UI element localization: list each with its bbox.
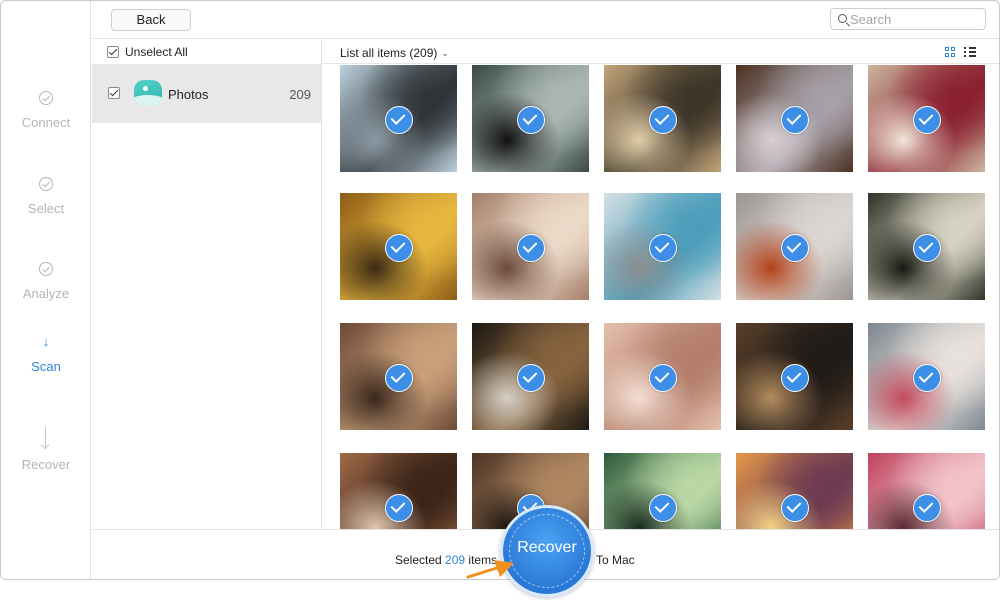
recover-button[interactable]: Recover bbox=[500, 505, 594, 597]
check-circle-icon bbox=[39, 177, 53, 191]
step-label: Select bbox=[27, 201, 65, 216]
category-count: 209 bbox=[289, 87, 311, 102]
app-window: Connect Select Analyze ↓ Scan Recover Ba… bbox=[0, 0, 1000, 580]
checkmark-icon[interactable] bbox=[517, 364, 545, 392]
photo-thumbnail-vintage-camera-lens[interactable] bbox=[604, 65, 721, 172]
checkmark-icon[interactable] bbox=[781, 106, 809, 134]
unselect-all-toggle[interactable]: Unselect All bbox=[107, 45, 188, 59]
checkmark-icon[interactable] bbox=[913, 106, 941, 134]
photo-thumbnail-bamboo[interactable] bbox=[604, 453, 721, 529]
chevron-down-icon: ⌄ bbox=[441, 48, 449, 58]
checkmark-icon[interactable] bbox=[781, 494, 809, 522]
photo-thumbnail-physalis-on-wood[interactable] bbox=[736, 193, 853, 300]
photo-thumbnail-blue-book-stack[interactable] bbox=[604, 193, 721, 300]
step-label: Recover bbox=[21, 457, 71, 472]
checkmark-icon[interactable] bbox=[649, 234, 677, 262]
checkmark-icon[interactable] bbox=[649, 106, 677, 134]
photo-thumbnail-violin[interactable] bbox=[340, 453, 457, 529]
unselect-all-label: Unselect All bbox=[125, 45, 188, 59]
photo-thumbnail-plumeria-flowers[interactable] bbox=[868, 453, 985, 529]
photo-thumbnail-old-camera[interactable] bbox=[736, 323, 853, 430]
checkmark-icon[interactable] bbox=[517, 106, 545, 134]
checkmark-icon[interactable] bbox=[385, 364, 413, 392]
selected-prefix: Selected bbox=[395, 553, 442, 567]
step-label: Scan bbox=[31, 359, 61, 374]
category-item-photos[interactable]: Photos 209 bbox=[92, 64, 321, 123]
photo-grid bbox=[322, 65, 999, 529]
grid-view-icon[interactable] bbox=[945, 47, 955, 57]
unselect-all-checkbox[interactable] bbox=[107, 46, 119, 58]
step-select: Select bbox=[1, 177, 91, 216]
photo-thumbnail-tulip-field-sunset[interactable] bbox=[736, 453, 853, 529]
toolbar: Back bbox=[92, 1, 999, 39]
checkmark-icon[interactable] bbox=[913, 364, 941, 392]
check-circle-icon bbox=[39, 91, 53, 105]
list-filter-label: List all items (209) bbox=[340, 46, 438, 60]
checkmark-icon[interactable] bbox=[517, 234, 545, 262]
photo-thumbnail-toy-dog[interactable] bbox=[868, 323, 985, 430]
grid-header: List all items (209) ⌄ bbox=[322, 40, 999, 64]
category-panel: Unselect All Photos 209 bbox=[92, 40, 322, 529]
photo-thumbnail-dried-leaf[interactable] bbox=[868, 193, 985, 300]
step-scan: ↓ Scan bbox=[1, 334, 91, 375]
back-button[interactable]: Back bbox=[111, 9, 191, 31]
checkmark-icon[interactable] bbox=[649, 364, 677, 392]
checkmark-icon[interactable] bbox=[781, 364, 809, 392]
step-analyze: Analyze bbox=[1, 262, 91, 301]
category-label: Photos bbox=[168, 87, 209, 102]
photo-thumbnail-kitchen-table[interactable] bbox=[472, 323, 589, 430]
step-label: Analyze bbox=[22, 286, 70, 301]
search-icon bbox=[838, 14, 847, 23]
photo-thumbnail-gramophone[interactable] bbox=[340, 193, 457, 300]
destination-label: To Mac bbox=[596, 553, 635, 567]
photo-thumbnail-cupcake-chocolate[interactable] bbox=[736, 65, 853, 172]
step-label: Connect bbox=[21, 115, 71, 130]
checkmark-icon[interactable] bbox=[649, 494, 677, 522]
checkmark-icon[interactable] bbox=[385, 106, 413, 134]
selected-count: 209 bbox=[445, 553, 466, 567]
search-input[interactable] bbox=[850, 11, 980, 27]
photo-thumbnail-vintage-car-2[interactable] bbox=[472, 65, 589, 172]
list-filter-dropdown[interactable]: List all items (209) ⌄ bbox=[340, 46, 449, 60]
arrow-down-icon bbox=[45, 427, 47, 449]
arrow-down-icon: ↓ bbox=[42, 334, 50, 349]
photo-thumbnail-cupcake-cream[interactable] bbox=[868, 65, 985, 172]
photo-thumbnail-baby-hands[interactable] bbox=[604, 323, 721, 430]
check-circle-icon bbox=[39, 262, 53, 276]
step-connect: Connect bbox=[1, 91, 91, 130]
checkmark-icon[interactable] bbox=[385, 234, 413, 262]
checkmark-icon[interactable] bbox=[913, 234, 941, 262]
photo-thumbnail-antique-room[interactable] bbox=[340, 323, 457, 430]
checkmark-icon[interactable] bbox=[913, 494, 941, 522]
checkmark-icon[interactable] bbox=[781, 234, 809, 262]
recover-label: Recover bbox=[517, 539, 577, 556]
step-recover: Recover bbox=[1, 427, 91, 472]
photo-thumbnail-vintage-car-1[interactable] bbox=[340, 65, 457, 172]
arrow-pointer-icon bbox=[466, 560, 514, 579]
photos-icon bbox=[134, 80, 162, 106]
search-box[interactable] bbox=[830, 8, 986, 30]
step-rail: Connect Select Analyze ↓ Scan Recover bbox=[1, 1, 91, 579]
checkmark-icon[interactable] bbox=[385, 494, 413, 522]
list-view-icon[interactable] bbox=[964, 47, 976, 57]
photos-checkbox[interactable] bbox=[108, 87, 120, 99]
photo-thumbnail-miniature-brick-wall[interactable] bbox=[472, 193, 589, 300]
